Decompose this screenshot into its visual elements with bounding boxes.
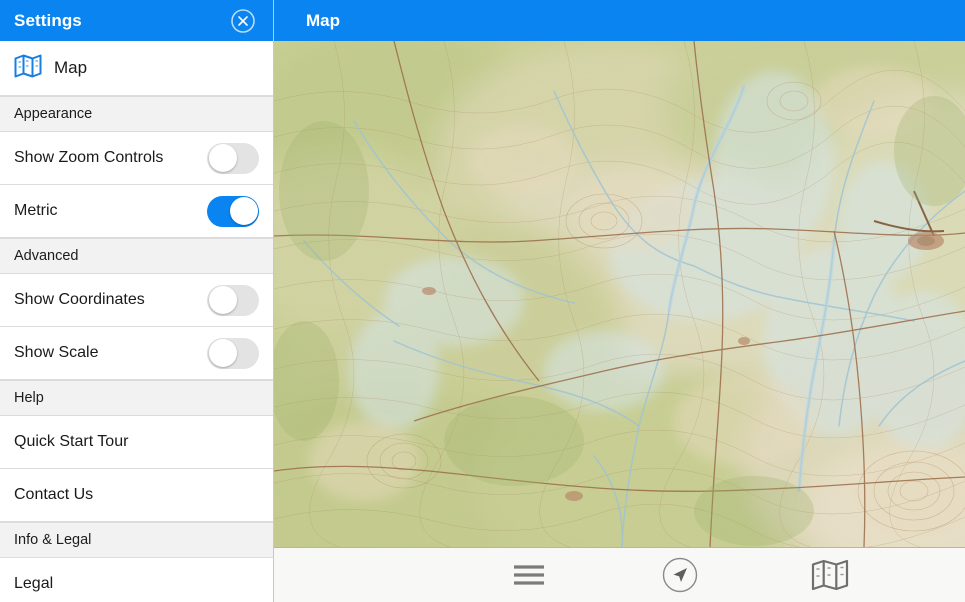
sidebar-item-label: Quick Start Tour [14, 433, 129, 450]
map-pane: Map [274, 0, 965, 602]
section-title: Help [14, 390, 44, 406]
setting-row-show-zoom-controls[interactable]: Show Zoom Controls [0, 132, 273, 185]
setting-label: Show Zoom Controls [14, 149, 164, 166]
settings-title: Settings [14, 10, 82, 30]
settings-header: Settings [0, 0, 273, 41]
section-title: Info & Legal [14, 532, 92, 548]
toggle-show-zoom-controls[interactable] [207, 142, 259, 174]
section-header-advanced: Advanced [0, 238, 273, 274]
setting-label: Show Coordinates [14, 291, 145, 308]
setting-row-show-scale[interactable]: Show Scale [0, 327, 273, 380]
sidebar-item-label: Legal [14, 575, 54, 592]
settings-sidebar: Settings Map Appearance Show Zoom Contro… [0, 0, 274, 602]
hamburger-menu-icon[interactable] [506, 558, 552, 592]
section-header-info-legal: Info & Legal [0, 522, 273, 558]
toggle-show-coordinates[interactable] [207, 284, 259, 316]
map-icon [14, 54, 42, 83]
locate-arrow-icon[interactable] [659, 554, 701, 596]
sidebar-item-label: Map [54, 58, 88, 77]
map-canvas[interactable] [274, 41, 965, 547]
setting-label: Show Scale [14, 344, 99, 361]
sidebar-item-contact-us[interactable]: Contact Us [0, 469, 273, 522]
setting-row-show-coordinates[interactable]: Show Coordinates [0, 274, 273, 327]
toggle-metric[interactable] [207, 195, 259, 227]
setting-row-metric[interactable]: Metric [0, 185, 273, 238]
setting-label: Metric [14, 202, 58, 219]
map-toolbar [274, 547, 965, 602]
sidebar-item-map[interactable]: Map [0, 41, 273, 96]
section-title: Advanced [14, 248, 79, 264]
section-header-help: Help [0, 380, 273, 416]
map-header: Map [274, 0, 965, 41]
sidebar-item-label: Contact Us [14, 486, 94, 503]
section-title: Appearance [14, 106, 93, 122]
sidebar-item-quick-start-tour[interactable]: Quick Start Tour [0, 416, 273, 469]
toggle-show-scale[interactable] [207, 337, 259, 369]
map-title: Map [306, 10, 340, 30]
map-layers-icon[interactable] [809, 556, 851, 594]
app-window: Settings Map Appearance Show Zoom Contro… [0, 0, 965, 602]
sidebar-item-legal[interactable]: Legal [0, 558, 273, 602]
close-circle-icon[interactable] [230, 8, 256, 34]
section-header-appearance: Appearance [0, 96, 273, 132]
